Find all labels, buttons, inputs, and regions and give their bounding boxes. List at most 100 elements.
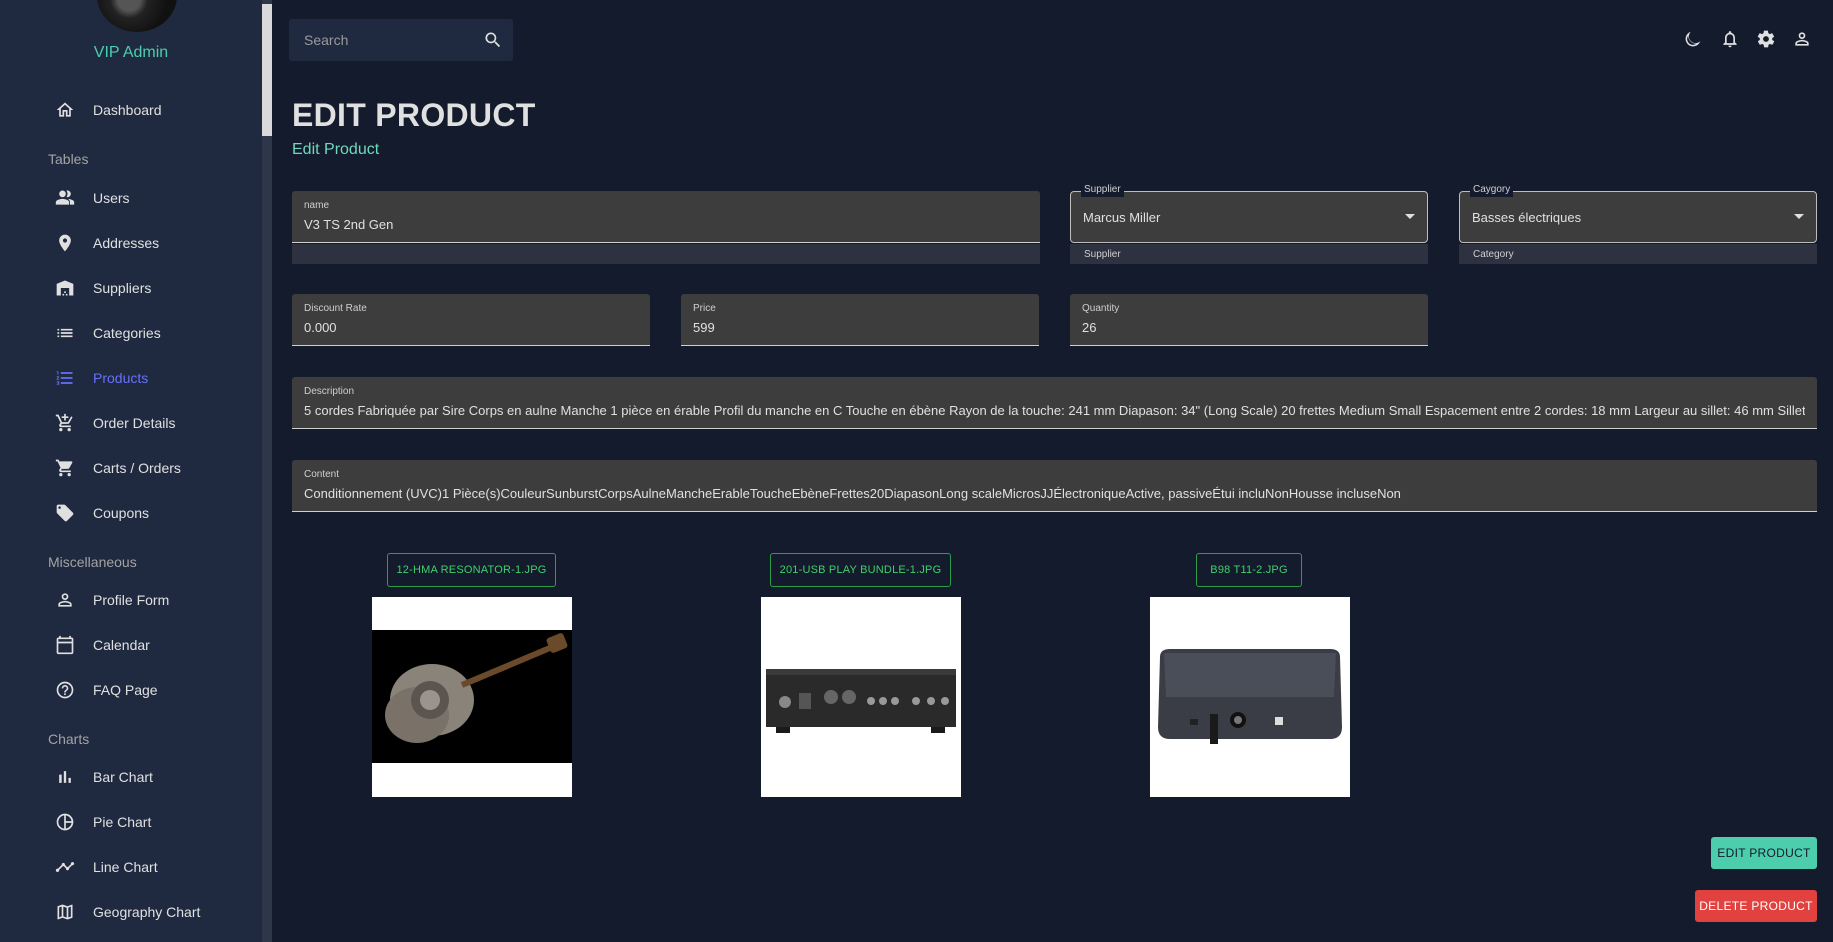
- name-field[interactable]: name V3 TS 2nd Gen: [292, 191, 1040, 243]
- quantity-field[interactable]: Quantity 26: [1070, 294, 1428, 346]
- description-label: Description: [304, 386, 355, 397]
- sidebar-item-label: Suppliers: [93, 280, 152, 296]
- sidebar-item-suppliers[interactable]: Suppliers: [55, 273, 255, 303]
- account-icon[interactable]: [1792, 29, 1812, 49]
- section-label-charts: Charts: [48, 731, 90, 747]
- sidebar-item-users[interactable]: Users: [55, 183, 255, 213]
- name-field-value: V3 TS 2nd Gen: [304, 217, 394, 232]
- category-select-legend: Caygory: [1470, 183, 1514, 197]
- dark-mode-icon[interactable]: [1683, 29, 1703, 49]
- supplier-select-legend: Supplier: [1081, 183, 1124, 197]
- category-helper-text: Category: [1473, 249, 1514, 260]
- caret-down-icon: [1794, 214, 1804, 219]
- add-shopping-cart-icon: [55, 413, 75, 433]
- sidebar-item-label: Categories: [93, 325, 161, 341]
- numbered-list-icon: [55, 368, 75, 388]
- supplier-select[interactable]: Supplier Marcus Miller: [1070, 183, 1428, 243]
- section-label-miscellaneous: Miscellaneous: [48, 554, 137, 570]
- timeline-icon: [55, 857, 75, 877]
- discount-rate-value: 0.000: [304, 320, 337, 335]
- sidebar-item-label: Users: [93, 190, 130, 206]
- location-pin-icon: [55, 233, 75, 253]
- price-field[interactable]: Price 599: [681, 294, 1039, 346]
- sidebar-item-label: FAQ Page: [93, 682, 158, 698]
- receiver-picture: [1158, 649, 1342, 744]
- guitar-picture: [372, 630, 572, 763]
- sidebar-item-line-chart[interactable]: Line Chart: [55, 852, 255, 882]
- edit-product-button[interactable]: EDIT PRODUCT: [1711, 837, 1817, 869]
- help-circle-icon: [55, 680, 75, 700]
- person-icon: [55, 590, 75, 610]
- search-icon[interactable]: [483, 30, 503, 50]
- sidebar-item-addresses[interactable]: Addresses: [55, 228, 255, 258]
- supplier-select-value: Marcus Miller: [1083, 210, 1161, 225]
- product-image-audio-interface: [761, 597, 961, 797]
- price-label: Price: [693, 303, 716, 314]
- admin-name: VIP Admin: [93, 44, 169, 61]
- category-select[interactable]: Caygory Basses électriques: [1459, 183, 1817, 243]
- sidebar-item-label: Carts / Orders: [93, 460, 181, 476]
- category-select-value: Basses électriques: [1472, 210, 1582, 225]
- caret-down-icon: [1405, 214, 1415, 219]
- sidebar-item-pie-chart[interactable]: Pie Chart: [55, 807, 255, 837]
- scrollbar-thumb[interactable]: [262, 4, 272, 136]
- interface-picture: [766, 669, 956, 733]
- description-value: 5 cordes Fabriquée par Sire Corps en aul…: [304, 403, 1805, 418]
- calendar-icon: [55, 635, 75, 655]
- search-box: [289, 19, 513, 61]
- sidebar-item-categories[interactable]: Categories: [55, 318, 255, 348]
- sidebar-item-dashboard[interactable]: Dashboard: [55, 95, 255, 125]
- image-file-button-1[interactable]: 12-HMA RESONATOR-1.JPG: [387, 553, 556, 587]
- description-field[interactable]: Description 5 cordes Fabriquée par Sire …: [292, 377, 1817, 429]
- sidebar-item-faq[interactable]: FAQ Page: [55, 675, 255, 705]
- supplier-helper-text: Supplier: [1084, 249, 1121, 260]
- content-label: Content: [304, 469, 340, 480]
- discount-rate-field[interactable]: Discount Rate 0.000: [292, 294, 650, 346]
- delete-product-button[interactable]: DELETE PRODUCT: [1695, 890, 1817, 922]
- search-input[interactable]: [289, 32, 469, 48]
- shopping-cart-icon: [55, 458, 75, 478]
- image-file-button-2[interactable]: 201-USB PLAY BUNDLE-1.JPG: [770, 553, 951, 587]
- sidebar-item-label: Coupons: [93, 505, 150, 521]
- sidebar-item-coupons[interactable]: Coupons: [55, 498, 255, 528]
- sidebar-item-label: Calendar: [93, 637, 150, 653]
- sidebar-item-products[interactable]: Products: [55, 363, 255, 393]
- sidebar-item-bar-chart[interactable]: Bar Chart: [55, 762, 255, 792]
- discount-rate-label: Discount Rate: [304, 303, 367, 314]
- sidebar-item-label: Pie Chart: [93, 814, 152, 830]
- product-image-wireless-receiver: [1150, 597, 1350, 797]
- sidebar-item-label: Dashboard: [93, 102, 162, 118]
- price-value: 599: [693, 320, 715, 335]
- avatar: [97, 0, 177, 32]
- sidebar-item-geography-chart[interactable]: Geography Chart: [55, 897, 255, 927]
- people-icon: [55, 188, 75, 208]
- sidebar-item-label: Geography Chart: [93, 904, 201, 920]
- page-title: EDIT PRODUCT: [292, 97, 536, 133]
- tag-icon: [55, 503, 75, 523]
- notifications-icon[interactable]: [1720, 29, 1740, 49]
- settings-icon[interactable]: [1756, 29, 1776, 49]
- image-file-button-3[interactable]: B98 T11-2.JPG: [1196, 553, 1302, 587]
- name-field-helper-area: [292, 244, 1040, 264]
- map-icon: [55, 902, 75, 922]
- home-icon: [55, 100, 75, 120]
- sidebar-item-label: Line Chart: [93, 859, 158, 875]
- quantity-label: Quantity: [1082, 303, 1120, 314]
- warehouse-icon: [55, 278, 75, 298]
- quantity-value: 26: [1082, 320, 1097, 335]
- page-subtitle: Edit Product: [292, 141, 380, 158]
- product-image-resonator-guitar: [372, 597, 572, 797]
- sidebar-scrollbar[interactable]: [262, 0, 272, 942]
- content-value: Conditionnement (UVC)1 Pièce(s)CouleurSu…: [304, 486, 1401, 501]
- name-field-label: name: [304, 200, 330, 211]
- sidebar-item-profile-form[interactable]: Profile Form: [55, 585, 255, 615]
- content-field[interactable]: Content Conditionnement (UVC)1 Pièce(s)C…: [292, 460, 1817, 512]
- bar-chart-icon: [55, 767, 75, 787]
- sidebar-item-calendar[interactable]: Calendar: [55, 630, 255, 660]
- sidebar-item-label: Addresses: [93, 235, 160, 251]
- sidebar-item-carts-orders[interactable]: Carts / Orders: [55, 453, 255, 483]
- supplier-helper-area: [1070, 244, 1428, 264]
- sidebar-item-label: Order Details: [93, 415, 176, 431]
- sidebar-item-label: Bar Chart: [93, 769, 153, 785]
- sidebar-item-order-details[interactable]: Order Details: [55, 408, 255, 438]
